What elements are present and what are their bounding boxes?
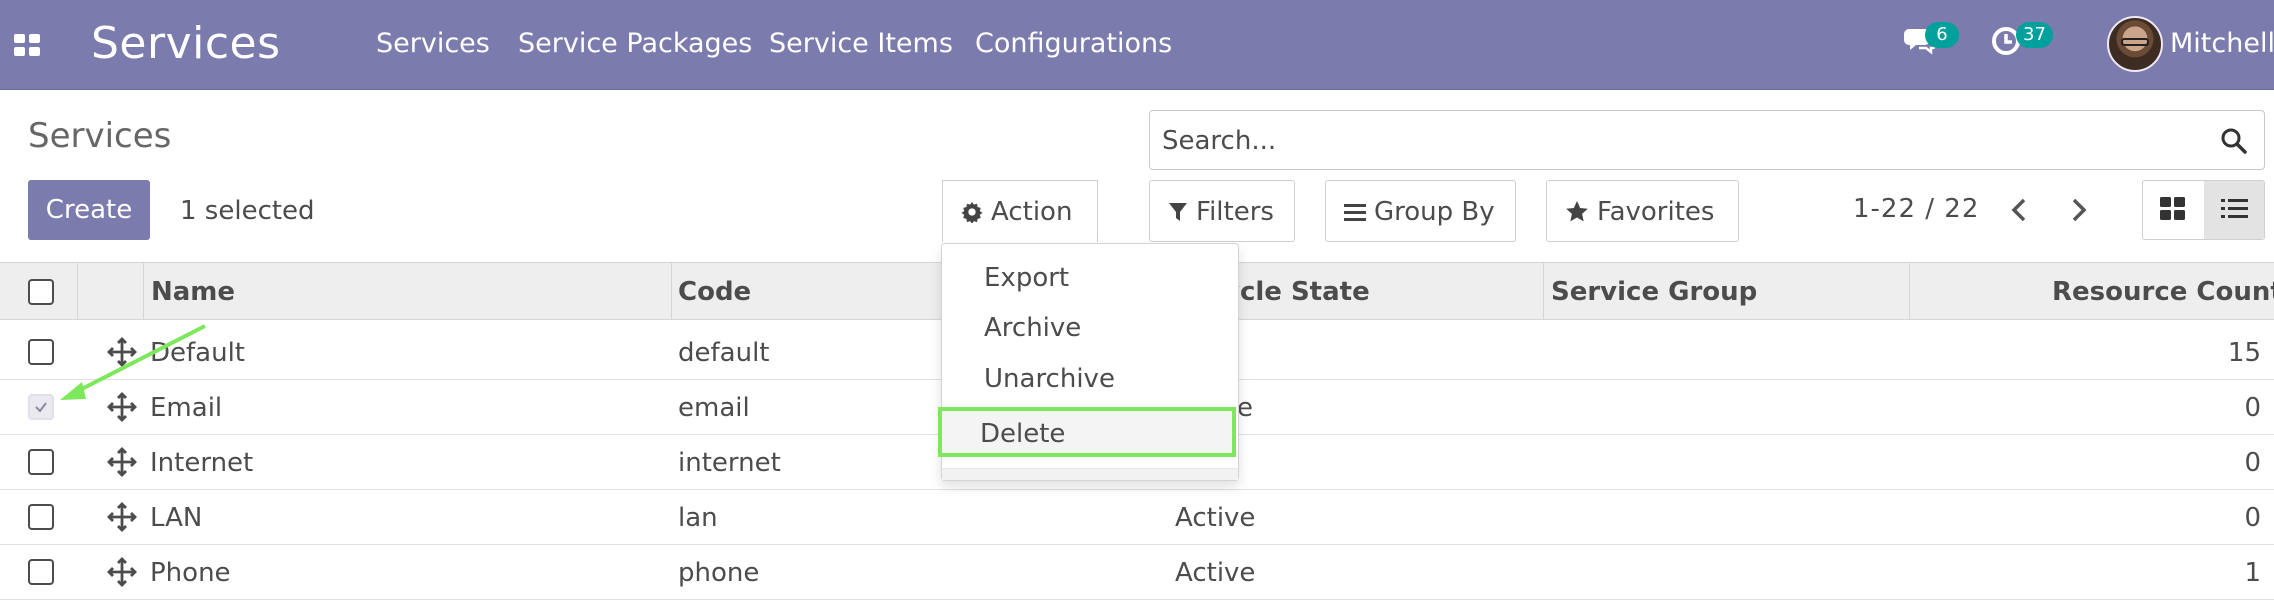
top-navbar: Services Services Service Packages Servi…	[0, 0, 2274, 90]
menu-services[interactable]: Services	[376, 28, 490, 59]
list-bars-icon	[1344, 204, 1366, 221]
cell-resource-count: 0	[2244, 393, 2261, 423]
selected-count: 1 selected	[180, 196, 315, 226]
action-button[interactable]: Action	[942, 180, 1098, 242]
pager-next-icon[interactable]	[2065, 197, 2091, 223]
kanban-grid-icon	[2160, 197, 2185, 220]
cell-name: Email	[150, 393, 223, 423]
apps-menu-icon[interactable]	[14, 34, 40, 56]
column-service-group[interactable]: Service Group	[1551, 277, 1757, 307]
checkmark-icon	[35, 402, 47, 413]
column-lifecycle-state[interactable]: ycle State	[1223, 277, 1370, 307]
filters-label: Filters	[1196, 197, 1274, 227]
menu-item-delete[interactable]: Delete	[938, 407, 1236, 457]
row-checkbox[interactable]	[28, 394, 54, 420]
cell-name: Internet	[150, 448, 254, 478]
menu-item-unarchive[interactable]: Unarchive	[942, 354, 1238, 404]
star-icon	[1566, 201, 1588, 222]
cell-state: e	[1237, 393, 1253, 423]
row-checkbox[interactable]	[28, 339, 54, 365]
menu-configurations[interactable]: Configurations	[975, 28, 1172, 59]
cell-code: default	[678, 338, 770, 368]
favorites-button[interactable]: Favorites	[1546, 180, 1739, 242]
cell-resource-count: 15	[2227, 338, 2261, 368]
group-by-label: Group By	[1374, 197, 1495, 227]
cell-code: internet	[678, 448, 781, 478]
select-all-checkbox[interactable]	[28, 279, 54, 305]
cell-resource-count: 0	[2244, 448, 2261, 478]
cell-state: Active	[1175, 558, 1256, 588]
list-view-button[interactable]	[2204, 181, 2264, 239]
table-row[interactable]: Phone phone Active 1	[0, 545, 2274, 600]
search-input[interactable]	[1162, 121, 2202, 161]
cell-name: Phone	[150, 558, 231, 588]
group-by-button[interactable]: Group By	[1325, 180, 1516, 242]
action-label: Action	[991, 197, 1073, 227]
table-row[interactable]: LAN lan Active 0	[0, 490, 2274, 545]
cell-resource-count: 0	[2244, 503, 2261, 533]
cell-name: Default	[150, 338, 245, 368]
cell-name: LAN	[150, 503, 203, 533]
cell-resource-count: 1	[2244, 558, 2261, 588]
filter-icon	[1169, 203, 1187, 221]
cell-code: phone	[678, 558, 760, 588]
row-checkbox[interactable]	[28, 559, 54, 585]
drag-handle-icon[interactable]	[107, 337, 137, 367]
row-checkbox[interactable]	[28, 504, 54, 530]
pager-previous-icon[interactable]	[2007, 197, 2033, 223]
menu-service-items[interactable]: Service Items	[769, 28, 953, 59]
drag-handle-icon[interactable]	[107, 392, 137, 422]
menu-item-export[interactable]: Export	[942, 253, 1238, 303]
drag-handle-icon[interactable]	[107, 557, 137, 587]
column-name[interactable]: Name	[151, 277, 235, 307]
view-switcher	[2142, 180, 2265, 240]
pager-value[interactable]: 1-22 / 22	[1853, 194, 1979, 224]
favorites-label: Favorites	[1597, 197, 1715, 227]
column-code[interactable]: Code	[678, 277, 751, 307]
cell-state: Active	[1175, 503, 1256, 533]
menu-item-archive[interactable]: Archive	[942, 303, 1238, 353]
menu-service-packages[interactable]: Service Packages	[518, 28, 752, 59]
create-button[interactable]: Create	[28, 180, 150, 240]
list-view-icon	[2221, 199, 2248, 218]
search-bar[interactable]	[1149, 110, 2265, 170]
drag-handle-icon[interactable]	[107, 447, 137, 477]
activities-badge: 37	[2016, 22, 2053, 48]
column-resource-count[interactable]: Resource Count	[2052, 277, 2274, 307]
search-icon[interactable]	[2220, 127, 2248, 155]
cell-code: email	[678, 393, 750, 423]
drag-handle-icon[interactable]	[107, 502, 137, 532]
gear-icon	[961, 201, 983, 223]
filters-button[interactable]: Filters	[1149, 180, 1295, 242]
app-brand[interactable]: Services	[91, 18, 281, 69]
user-avatar[interactable]	[2107, 16, 2163, 72]
page-title: Services	[28, 116, 172, 156]
messages-badge: 6	[1925, 22, 1959, 48]
kanban-view-button[interactable]	[2143, 181, 2204, 239]
cell-code: lan	[678, 503, 718, 533]
user-name[interactable]: Mitchell	[2170, 28, 2274, 59]
row-checkbox[interactable]	[28, 449, 54, 475]
action-dropdown-menu: Export Archive Unarchive Delete	[938, 243, 1239, 481]
